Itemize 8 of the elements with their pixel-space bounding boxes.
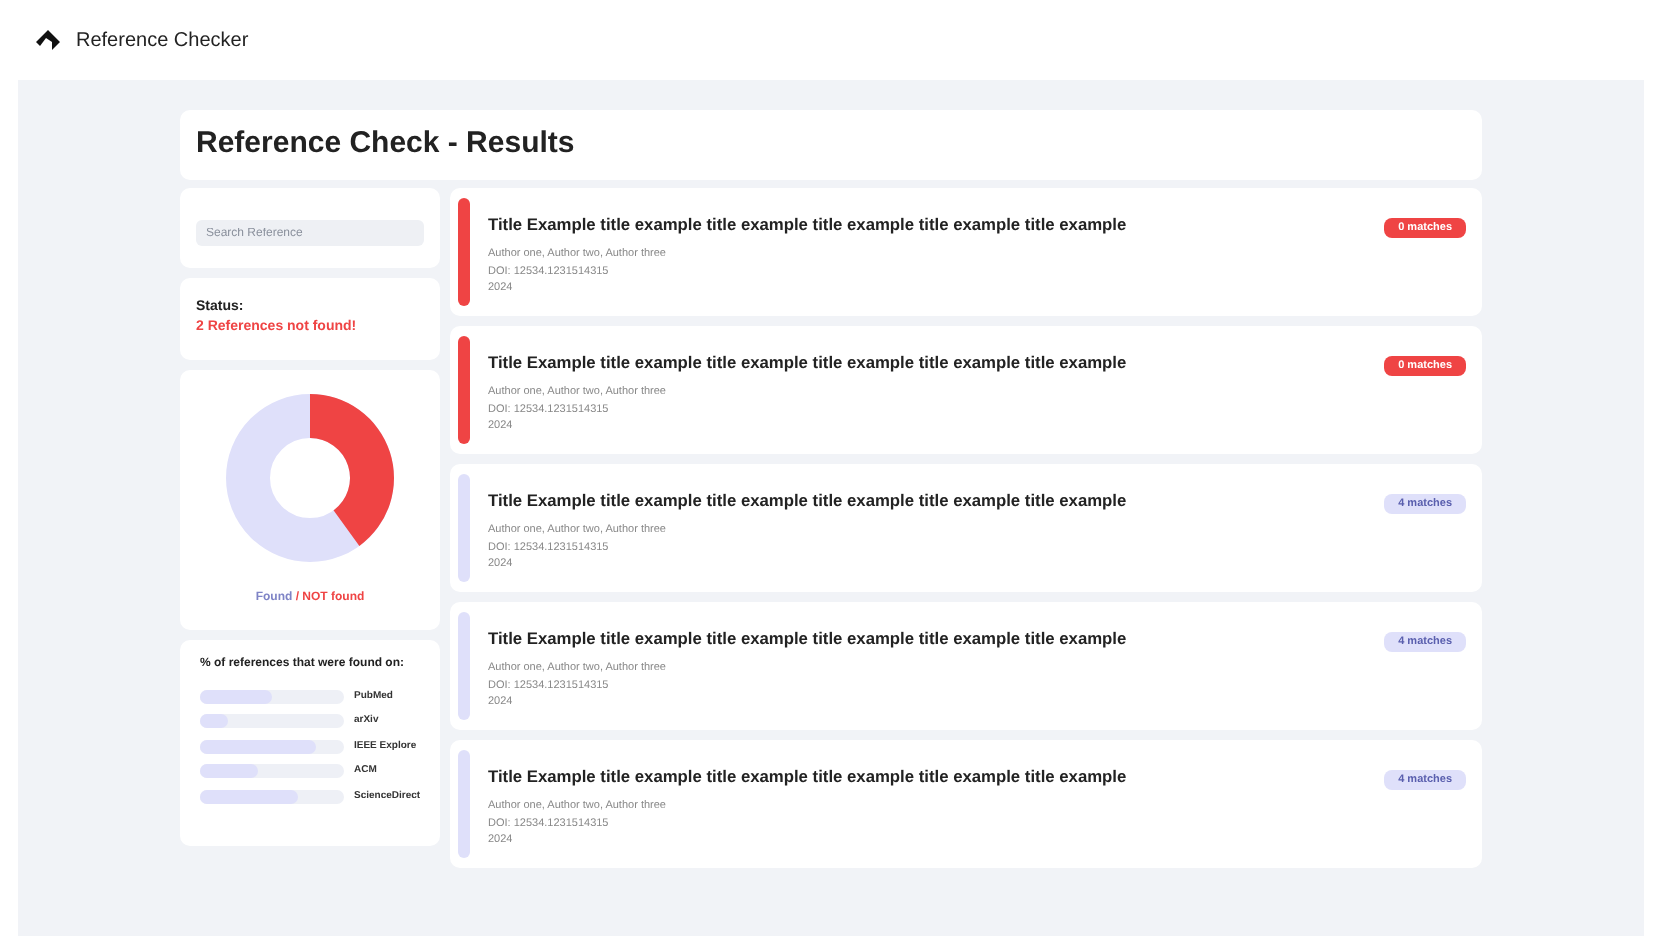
- reference-title: Title Example title example title example title example title example title example: [488, 349, 1129, 375]
- reference-title: Title Example title example title example title example title example title example: [488, 487, 1129, 513]
- page-title: Reference Check - Results: [180, 110, 1482, 179]
- reference-title: Title Example title example title example title example title example title example: [488, 763, 1129, 789]
- app-name: Reference Checker: [76, 27, 249, 55]
- reference-title: Title Example title example title example title example title example title example: [488, 211, 1129, 237]
- reference-title: Title Example title example title example title example title example title example: [488, 625, 1129, 651]
- logo-icon: [32, 24, 64, 56]
